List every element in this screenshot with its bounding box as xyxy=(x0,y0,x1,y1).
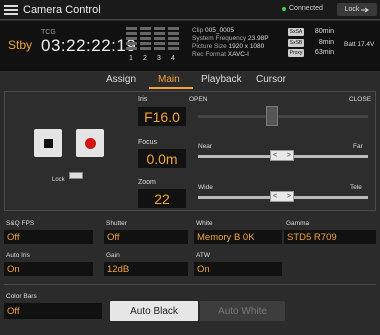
meter-number-2: 2 xyxy=(143,55,147,62)
zoom-value[interactable]: 22 xyxy=(138,189,186,208)
audio-meter-3 xyxy=(154,27,165,52)
gamma-label: Gamma xyxy=(286,220,310,227)
gain-value[interactable]: 12dB xyxy=(104,262,188,276)
picture-size-key: Picture Size xyxy=(192,43,229,50)
audio-meter-1 xyxy=(126,27,137,52)
connection-label: Connected xyxy=(289,5,323,12)
audio-meter-2 xyxy=(140,27,151,52)
sq-fps-label: S&Q FPS xyxy=(6,220,35,227)
focus-thumb-right-arrow-icon: > xyxy=(286,152,291,159)
stop-icon xyxy=(43,138,53,148)
zoom-wide-label: Wide xyxy=(198,184,213,191)
lock-button[interactable]: Lock xyxy=(337,3,377,16)
tab-playback[interactable]: Playback xyxy=(201,74,242,85)
battery-voltage: Batt 17.4V xyxy=(344,41,375,48)
atw-label: ATW xyxy=(196,252,210,259)
zoom-tele-label: Tele xyxy=(350,184,362,191)
iris-slider-handle[interactable] xyxy=(266,106,278,126)
zoom-thumb-left-arrow-icon: < xyxy=(273,193,278,200)
auto-white-button[interactable]: Auto White xyxy=(200,301,285,321)
meter-number-3: 3 xyxy=(157,55,161,62)
lock-button-label: Lock xyxy=(344,6,360,13)
iris-slider-track[interactable] xyxy=(198,115,368,118)
gamma-value[interactable]: STD5 R709 xyxy=(284,230,376,244)
lens-control-panel: Lock Iris F16.0 OPEN CLOSE Focus 0.0m Ne… xyxy=(4,91,376,211)
focus-far-label: Far xyxy=(353,143,363,150)
auto-black-button[interactable]: Auto Black xyxy=(110,301,198,321)
auto-iris-label: Auto Iris xyxy=(6,252,30,259)
color-bars-label: Color Bars xyxy=(6,293,37,300)
tab-bar: Assign Main Playback Cursor xyxy=(0,72,380,90)
proxy-icon: Proxy xyxy=(288,49,304,58)
media-b-remaining: 8min xyxy=(318,38,334,46)
lock-arrow-icon xyxy=(361,7,370,12)
tab-assign[interactable]: Assign xyxy=(106,74,136,85)
color-bars-value[interactable]: Off xyxy=(4,303,102,319)
zoom-slider-thumb[interactable]: < > xyxy=(270,191,294,202)
media-row: Proxy 63min xyxy=(288,48,334,59)
meter-number-1: 1 xyxy=(129,55,133,62)
rec-format-key: Rec Format xyxy=(192,51,228,58)
lock-toggle[interactable] xyxy=(69,172,83,179)
clip-info: Clip 005_0005 System Frequency 23.98P Pi… xyxy=(192,27,269,59)
tab-cursor[interactable]: Cursor xyxy=(256,74,286,85)
media-remaining: SxSA 80min SxSB 8min Proxy 63min xyxy=(288,27,334,59)
lock-toggle-label: Lock xyxy=(52,177,65,183)
system-frequency-key: System Frequency xyxy=(192,35,248,42)
zoom-label: Zoom xyxy=(138,179,156,186)
focus-label: Focus xyxy=(138,139,158,146)
focus-slider-thumb[interactable]: < > xyxy=(270,150,294,161)
white-value[interactable]: Memory B 0K xyxy=(194,230,282,244)
media-b-icon: SxSB xyxy=(288,38,304,47)
auto-iris-value[interactable]: On xyxy=(4,262,93,276)
media-a-icon: SxSA xyxy=(288,28,304,37)
active-tab-indicator xyxy=(149,87,193,89)
app-title: Camera Control xyxy=(23,3,101,16)
audio-meter-4 xyxy=(168,27,179,52)
iris-open-label: OPEN xyxy=(189,96,208,103)
media-a-remaining: 80min xyxy=(314,28,334,35)
clip-value: 005_0005 xyxy=(205,27,234,34)
record-icon xyxy=(84,137,96,149)
iris-close-label: CLOSE xyxy=(349,96,372,103)
title-bar: Camera Control Connected Lock xyxy=(0,0,380,20)
system-frequency-value: 23.98P xyxy=(248,35,269,42)
timecode-display: 03:22:22:19 xyxy=(41,36,137,55)
focus-near-label: Near xyxy=(198,143,213,150)
record-state: Stby xyxy=(8,38,33,52)
stop-button[interactable] xyxy=(34,129,62,157)
focus-value[interactable]: 0.0m xyxy=(138,149,186,168)
zoom-thumb-right-arrow-icon: > xyxy=(286,193,291,200)
connection-status: Connected xyxy=(282,5,323,12)
gain-label: Gain xyxy=(106,252,120,259)
audio-meters: 1 2 3 4 xyxy=(124,27,184,63)
clip-key: Clip xyxy=(192,27,206,34)
atw-value[interactable]: On xyxy=(194,262,282,276)
focus-thumb-left-arrow-icon: < xyxy=(273,152,278,159)
status-bar: Stby TCG 03:22:22:19 1 2 3 4 Clip 005_00… xyxy=(0,21,380,71)
menu-icon[interactable] xyxy=(4,4,18,15)
shutter-value[interactable]: Off xyxy=(104,230,188,244)
tcg-label: TCG xyxy=(41,29,56,36)
sq-fps-value[interactable]: Off xyxy=(4,230,93,244)
section-divider xyxy=(4,284,376,285)
record-button[interactable] xyxy=(76,129,104,157)
tab-main[interactable]: Main xyxy=(158,74,180,85)
meter-number-4: 4 xyxy=(171,55,175,62)
rec-format-value: XAVC-I xyxy=(227,51,249,58)
media-row: SxSA 80min xyxy=(288,27,334,38)
connected-indicator-icon xyxy=(282,6,286,11)
white-label: White xyxy=(196,220,213,227)
iris-value[interactable]: F16.0 xyxy=(138,107,186,126)
picture-size-value: 1920 x 1080 xyxy=(228,43,265,50)
shutter-label: Shutter xyxy=(106,220,127,227)
proxy-remaining: 63min xyxy=(314,49,334,56)
iris-label: Iris xyxy=(138,96,148,103)
media-row: SxSB 8min xyxy=(288,38,334,49)
